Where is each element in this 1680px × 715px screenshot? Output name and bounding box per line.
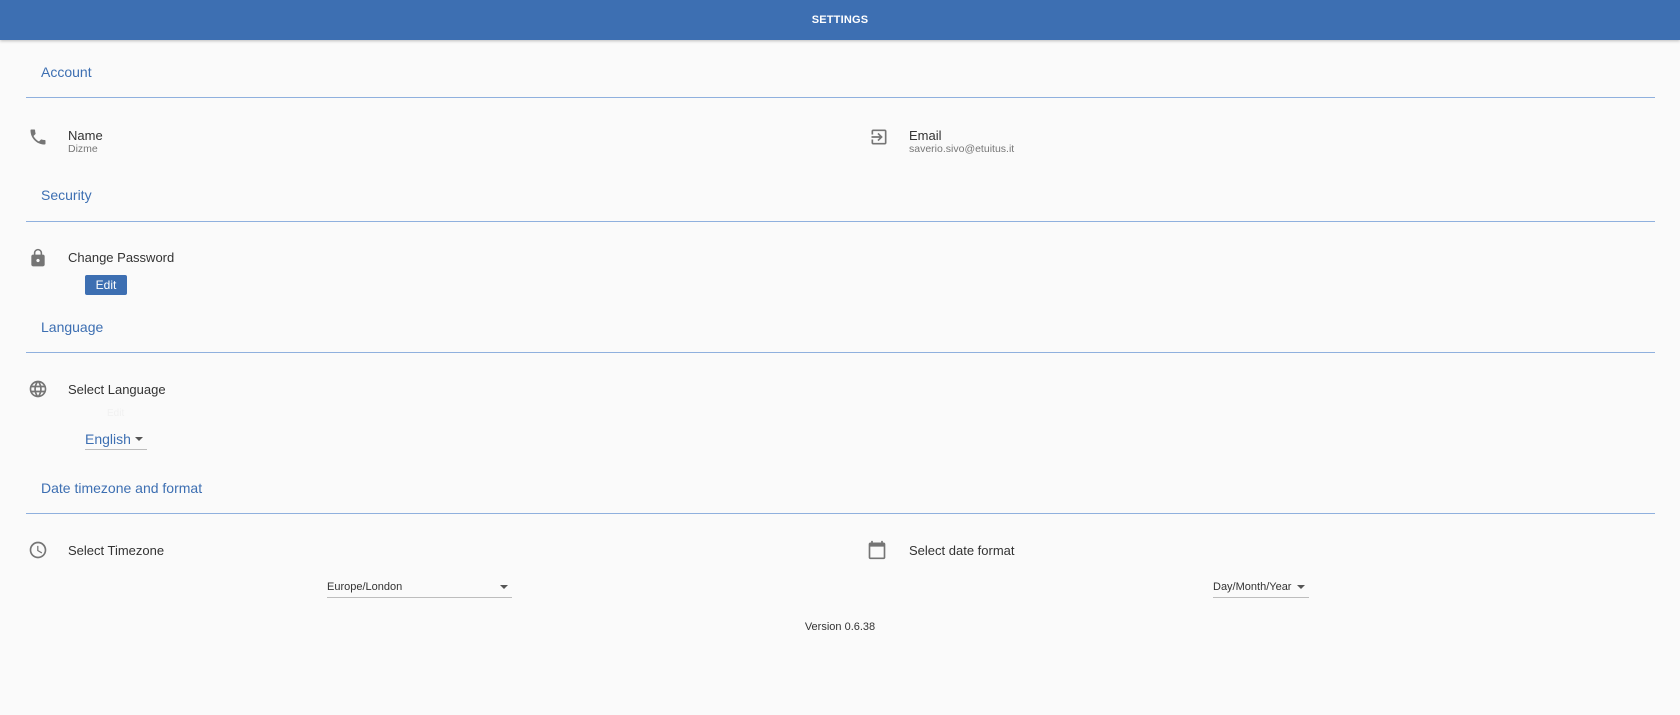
chevron-down-icon xyxy=(1297,584,1305,589)
app-bar: SETTINGS xyxy=(0,0,1680,40)
date-format-select[interactable]: Day/Month/Year xyxy=(1213,576,1309,598)
timezone-select[interactable]: Europe/London xyxy=(327,576,512,598)
section-title-datetime: Date timezone and format xyxy=(41,480,203,496)
section-title-security: Security xyxy=(41,187,92,203)
section-divider xyxy=(26,221,1655,222)
chevron-down-icon xyxy=(135,436,143,441)
email-value: saverio.sivo@etuitus.it xyxy=(909,143,1015,155)
calendar-icon xyxy=(867,540,887,560)
section-divider xyxy=(26,513,1655,514)
language-select[interactable]: English xyxy=(85,428,147,450)
ghost-edit-label: Edit xyxy=(107,408,125,419)
chevron-down-icon xyxy=(500,584,508,589)
select-language-label: Select Language xyxy=(68,382,166,397)
page-title: SETTINGS xyxy=(811,14,869,26)
name-value: Dizme xyxy=(68,143,98,155)
name-label: Name xyxy=(68,128,103,143)
timezone-select-value: Europe/London xyxy=(327,580,403,593)
phone-icon xyxy=(28,127,48,147)
version-text: Version 0.6.38 xyxy=(804,621,876,633)
section-divider xyxy=(26,352,1655,353)
globe-icon xyxy=(28,379,48,399)
section-title-account: Account xyxy=(41,64,92,80)
date-format-select-value: Day/Month/Year xyxy=(1213,580,1292,593)
change-password-label: Change Password xyxy=(68,250,175,265)
clock-icon xyxy=(28,540,48,560)
select-timezone-label: Select Timezone xyxy=(68,543,165,558)
lock-icon xyxy=(28,248,48,268)
language-select-value: English xyxy=(85,430,131,447)
edit-password-button[interactable]: Edit xyxy=(85,275,127,295)
section-divider xyxy=(26,97,1655,98)
select-date-format-label: Select date format xyxy=(909,543,1015,558)
login-icon xyxy=(869,127,889,147)
section-title-language: Language xyxy=(41,319,104,335)
email-label: Email xyxy=(909,128,942,143)
